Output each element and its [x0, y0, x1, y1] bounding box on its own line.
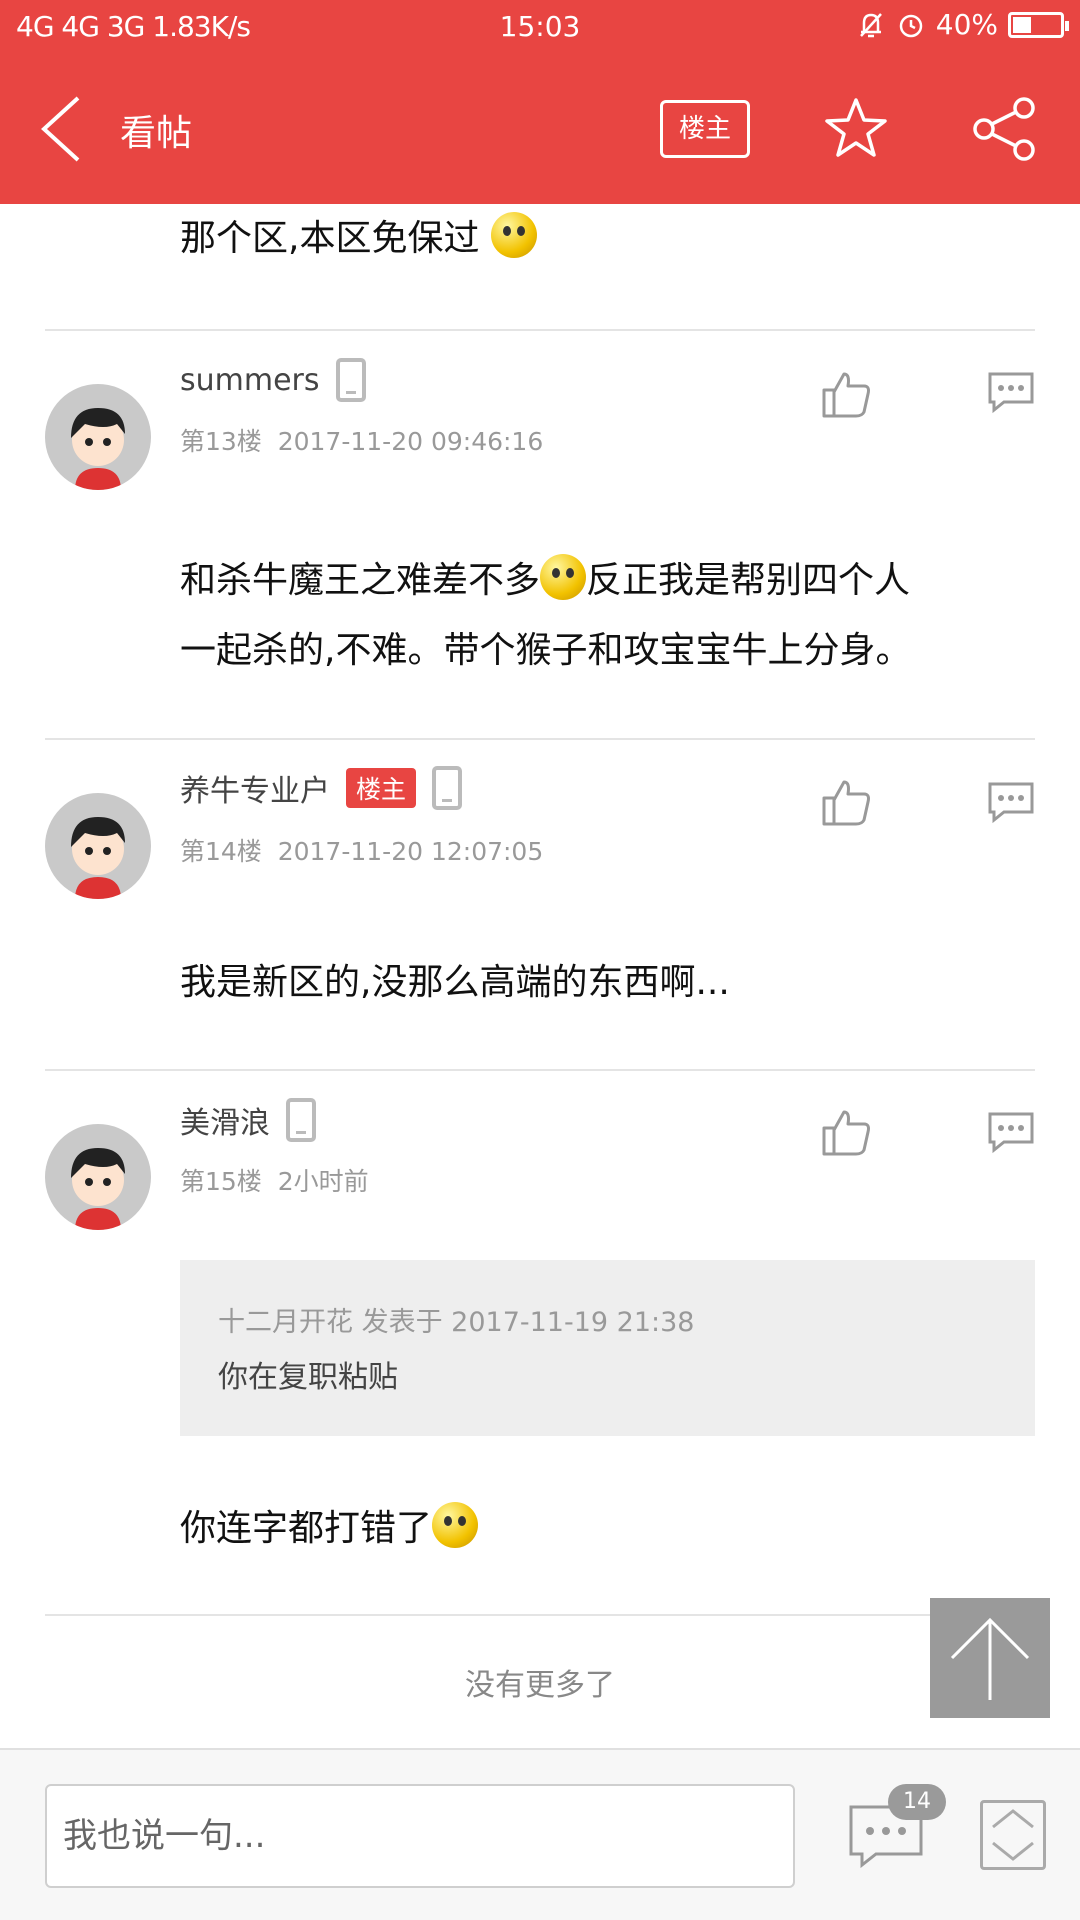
avatar[interactable]: [45, 384, 151, 490]
bell-muted-icon: [859, 12, 882, 37]
avatar[interactable]: [45, 1124, 151, 1230]
username: summers: [180, 358, 366, 402]
scroll-to-top-button[interactable]: [930, 1598, 1050, 1718]
app-bar: 看帖 楼主: [0, 54, 1080, 204]
divider: [45, 329, 1035, 331]
battery-percent: 40%: [935, 8, 998, 41]
mobile-icon: [335, 358, 366, 402]
post-body: 和杀牛魔王之难差不多 反正我是帮别四个人 一起杀的,不难。带个猴子和攻宝宝牛上分身…: [180, 546, 1040, 686]
quote-text: 你在复职粘贴: [218, 1360, 398, 1395]
quote-meta: 十二月开花 发表于 2017-11-19 21:38: [218, 1307, 695, 1338]
end-of-list-label: 没有更多了: [465, 1668, 615, 1703]
arrow-up-icon: [950, 1617, 1030, 1700]
comment-count-badge: 14: [888, 1784, 946, 1820]
post-body: 我是新区的,没那么高端的东西啊...: [180, 962, 730, 1003]
post-meta: 第15楼 2小时前: [180, 1167, 369, 1196]
emoji-icon: [432, 1502, 479, 1548]
post-meta: 第14楼 2017-11-20 12:07:05: [180, 837, 544, 866]
battery-icon: [1008, 11, 1069, 38]
username: 美滑浪: [180, 1098, 316, 1142]
op-badge: 楼主: [346, 768, 417, 808]
emoji-icon: [540, 554, 587, 600]
comment-icon[interactable]: [986, 1110, 1036, 1154]
thumbs-up-icon[interactable]: [820, 368, 872, 420]
bottom-bar: 我也说一句... 14: [0, 1748, 1080, 1920]
chevron-up-down-icon: [992, 1809, 1034, 1861]
star-icon[interactable]: [824, 96, 888, 160]
thumbs-up-icon[interactable]: [820, 776, 872, 828]
divider: [45, 738, 1035, 740]
op-only-button[interactable]: 楼主: [660, 100, 750, 158]
emoji-icon: [490, 212, 537, 258]
divider: [45, 1614, 1035, 1616]
avatar[interactable]: [45, 793, 151, 899]
post-meta: 第13楼 2017-11-20 09:46:16: [180, 427, 544, 456]
divider: [45, 1069, 1035, 1071]
mobile-icon: [432, 766, 463, 810]
previous-post-text: 那个区,本区免保过: [180, 204, 1040, 274]
username: 养牛专业户 楼主: [180, 766, 463, 810]
status-bar: 4G 4G 3G 1.83K/s 15:03 40%: [0, 0, 1080, 54]
thumbs-up-icon[interactable]: [820, 1106, 872, 1158]
comment-icon[interactable]: [986, 370, 1036, 414]
alarm-icon: [899, 14, 923, 37]
back-arrow-icon[interactable]: [38, 94, 88, 164]
post-body: 你连字都打错了: [180, 1494, 1040, 1564]
reply-input[interactable]: 我也说一句...: [45, 1784, 795, 1888]
quoted-reply[interactable]: 十二月开花 发表于 2017-11-19 21:38 你在复职粘贴: [180, 1260, 1035, 1436]
mobile-icon: [286, 1098, 316, 1142]
page-title: 看帖: [120, 113, 193, 154]
share-icon[interactable]: [972, 96, 1038, 162]
page-nav-button[interactable]: [980, 1800, 1046, 1870]
status-right: 40%: [856, 8, 1069, 41]
comment-icon[interactable]: [986, 780, 1036, 824]
